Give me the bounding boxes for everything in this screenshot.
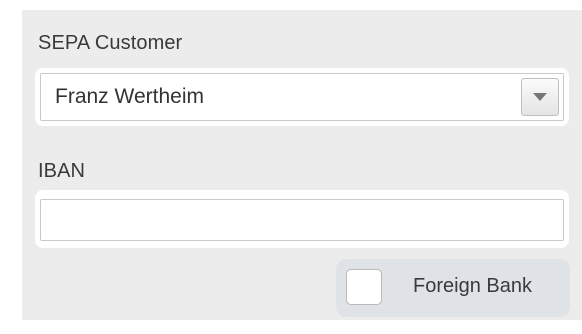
- iban-input-wrapper: [35, 190, 569, 248]
- iban-input[interactable]: [40, 199, 564, 241]
- sepa-customer-select-wrapper: Franz Wertheim: [35, 68, 569, 126]
- sepa-customer-dropdown-button[interactable]: [521, 78, 559, 116]
- sepa-form-panel: SEPA Customer Franz Wertheim IBAN Foreig…: [22, 10, 582, 320]
- iban-label: IBAN: [38, 160, 86, 182]
- sepa-customer-selected-value: Franz Wertheim: [55, 85, 204, 108]
- sepa-customer-label: SEPA Customer: [38, 32, 183, 54]
- foreign-bank-checkbox-group[interactable]: Foreign Bank: [336, 259, 570, 317]
- sepa-customer-select[interactable]: Franz Wertheim: [40, 73, 564, 121]
- foreign-bank-checkbox[interactable]: [346, 269, 382, 305]
- chevron-down-icon: [533, 93, 547, 101]
- foreign-bank-label: Foreign Bank: [413, 275, 532, 297]
